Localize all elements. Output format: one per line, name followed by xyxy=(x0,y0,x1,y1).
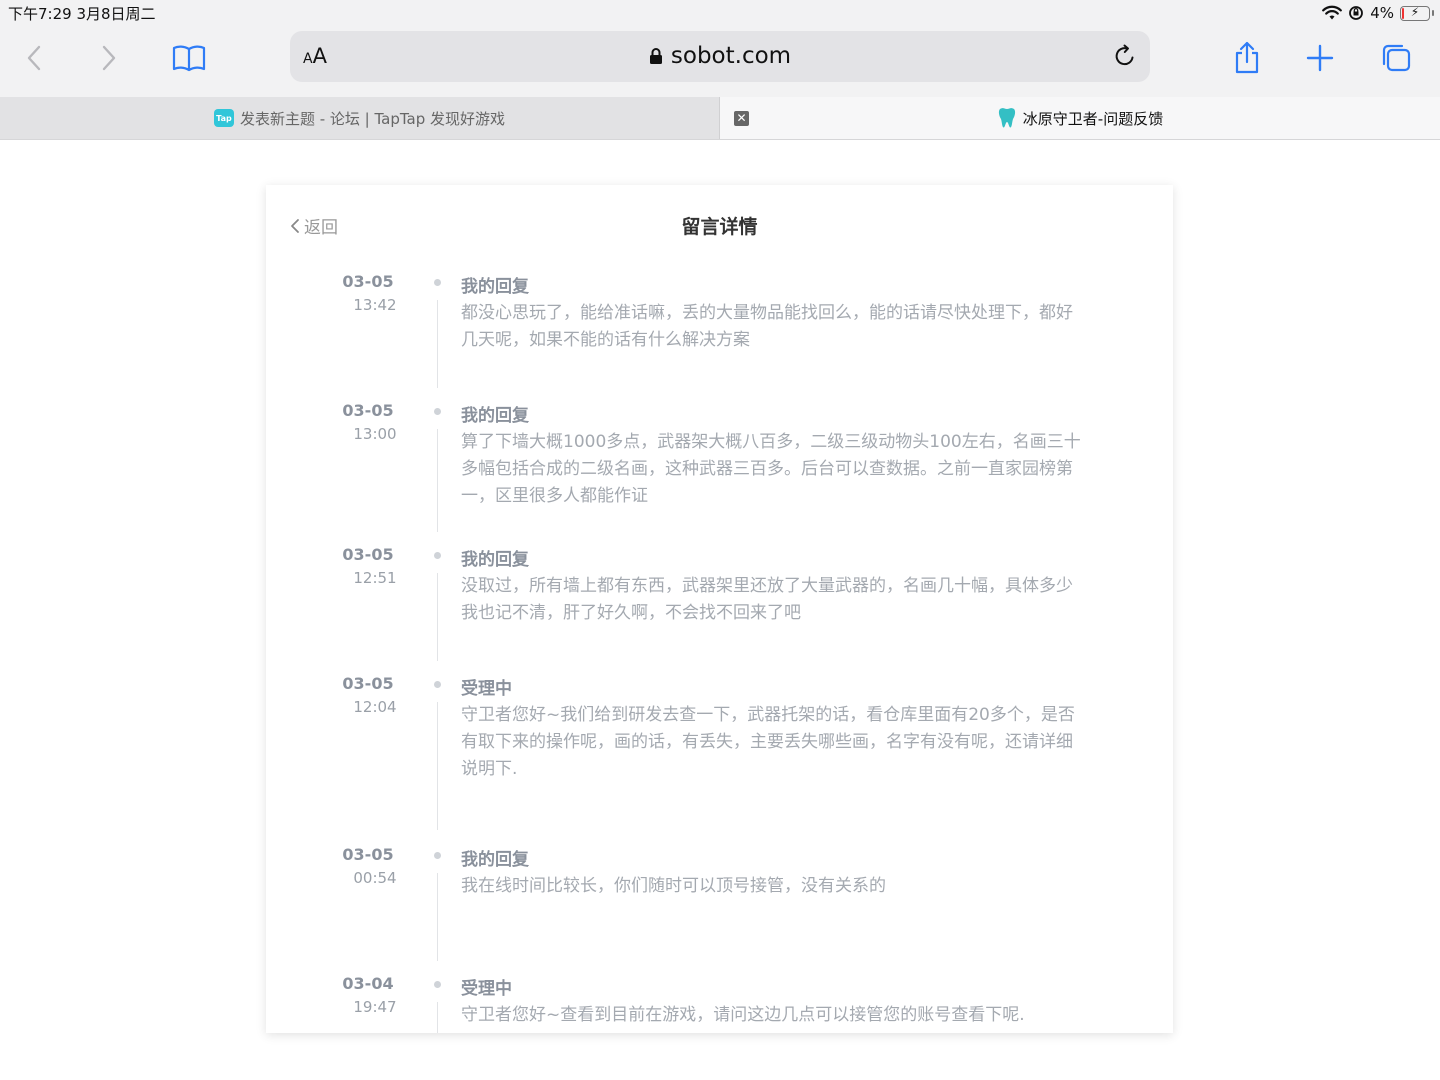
entry-time: 19:47 xyxy=(353,998,397,1016)
entry-date: 03-05 xyxy=(342,674,394,693)
timeline-dot xyxy=(434,408,441,415)
bookmarks-icon xyxy=(172,45,206,72)
tabs-overview-button[interactable] xyxy=(1374,38,1418,78)
entry-status: 我的回复 xyxy=(461,850,529,870)
entry-date: 03-05 xyxy=(342,545,394,564)
timeline-dot xyxy=(434,981,441,988)
orientation-lock-icon xyxy=(1349,6,1364,20)
timeline-line xyxy=(437,429,438,532)
timeline-line xyxy=(437,702,438,830)
battery-percent: 4% xyxy=(1370,4,1394,22)
entry-date: 03-05 xyxy=(342,401,394,420)
timeline-line xyxy=(437,300,438,388)
forward-icon xyxy=(102,45,116,71)
forward-button[interactable] xyxy=(87,38,131,78)
battery-icon: ⚡ xyxy=(1400,5,1434,21)
status-bar: 下午7:29 3月8日周二 4% ⚡ xyxy=(0,0,1440,26)
tab-feedback[interactable]: ✕ 冰原守卫者-问题反馈 xyxy=(720,97,1440,139)
timeline-dot xyxy=(434,552,441,559)
entry-time: 12:51 xyxy=(353,569,397,587)
tab-taptap[interactable]: Tap 发表新主题 - 论坛 | TapTap 发现好游戏 xyxy=(0,97,720,139)
timeline-line xyxy=(437,873,438,961)
back-icon xyxy=(27,45,41,71)
address-bar[interactable]: AA sobot.com xyxy=(290,31,1150,82)
entry-status: 我的回复 xyxy=(461,277,529,297)
entry-time: 12:04 xyxy=(353,698,397,716)
new-tab-button[interactable] xyxy=(1298,38,1342,78)
entry-time: 13:42 xyxy=(353,296,397,314)
timeline-dot xyxy=(434,681,441,688)
entry-content: 都没心思玩了，能给准话嘛，丢的大量物品能找回么，能的话请尽快处理下，都好几天呢，… xyxy=(461,303,1073,350)
entry-content: 守卫者您好~我们给到研发去查一下，武器托架的话，看仓库里面有20多个，是否有取下… xyxy=(461,705,1075,779)
back-button[interactable] xyxy=(12,38,56,78)
entry-content: 没取过，所有墙上都有东西，武器架里还放了大量武器的，名画几十幅，具体多少我也记不… xyxy=(461,576,1073,623)
lock-icon xyxy=(649,48,662,64)
browser-toolbar: AA sobot.com xyxy=(0,26,1440,97)
tooth-favicon-icon xyxy=(998,108,1015,128)
page-title: 留言详情 xyxy=(681,216,758,238)
entry-content: 我在线时间比较长，你们随时可以顶号接管，没有关系的 xyxy=(461,876,886,896)
entry-date: 03-05 xyxy=(342,272,394,291)
entry-date: 03-04 xyxy=(342,974,394,993)
status-time: 下午7:29 3月8日周二 xyxy=(8,5,156,23)
status-right: 4% ⚡ xyxy=(1322,3,1434,23)
entry-content: 算了下墙大概1000多点，武器架大概八百多，二级三级动物头100左右，名画三十多… xyxy=(461,432,1081,506)
tabs-icon xyxy=(1382,44,1411,72)
close-tab-icon[interactable]: ✕ xyxy=(734,111,749,126)
url-text: sobot.com xyxy=(670,43,792,69)
new-tab-icon xyxy=(1306,44,1334,72)
message-detail-card: 返回 留言详情 03-05 13:42 我的回复 都没心思玩了，能给准话嘛，丢的… xyxy=(266,185,1173,1033)
entry-time: 00:54 xyxy=(353,869,397,887)
timeline-line xyxy=(437,573,438,661)
entry-time: 13:00 xyxy=(353,425,397,443)
timeline-dot xyxy=(434,852,441,859)
tab-label: 冰原守卫者-问题反馈 xyxy=(1022,109,1164,128)
url-display[interactable]: sobot.com xyxy=(290,43,1150,69)
wifi-icon xyxy=(1322,5,1343,20)
entry-status: 我的回复 xyxy=(461,406,529,426)
timeline-line xyxy=(437,1002,438,1033)
bookmarks-button[interactable] xyxy=(167,38,211,78)
share-icon xyxy=(1235,41,1259,74)
taptap-logo-icon: Tap xyxy=(213,109,234,127)
entry-status: 我的回复 xyxy=(461,550,529,570)
share-button[interactable] xyxy=(1225,38,1269,78)
timeline-dot xyxy=(434,279,441,286)
entry-status: 受理中 xyxy=(461,979,512,999)
entry-status: 受理中 xyxy=(461,679,512,699)
entry-content: 守卫者您好~查看到目前在游戏，请问这边几点可以接管您的账号查看下呢. xyxy=(461,1005,1025,1025)
tab-bar: Tap 发表新主题 - 论坛 | TapTap 发现好游戏 ✕ 冰原守卫者-问题… xyxy=(0,97,1440,140)
tab-label: 发表新主题 - 论坛 | TapTap 发现好游戏 xyxy=(239,109,506,128)
entry-date: 03-05 xyxy=(342,845,394,864)
reload-icon[interactable] xyxy=(1112,43,1138,69)
